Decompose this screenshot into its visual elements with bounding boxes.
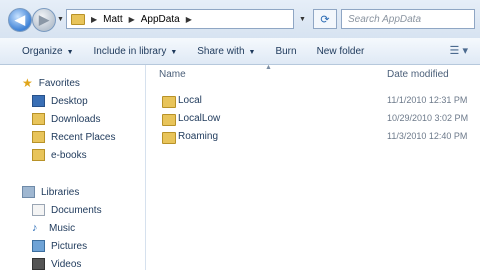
file-name: Roaming — [178, 131, 219, 142]
file-name: LocalLow — [178, 113, 221, 124]
nav-item-e-books[interactable]: e-books — [32, 147, 87, 163]
burn-button[interactable]: Burn — [265, 46, 306, 57]
nav-item-music[interactable]: ♪ Music — [32, 220, 75, 236]
nav-item-desktop[interactable]: Desktop — [32, 93, 88, 109]
folder-icon — [162, 96, 176, 108]
chevron-down-icon: ▼ — [170, 48, 178, 56]
nav-libraries[interactable]: Libraries — [22, 184, 79, 200]
address-dropdown-icon[interactable]: ▼ — [299, 16, 306, 23]
change-view-icon[interactable]: ☰ ▾ — [450, 44, 468, 57]
star-icon: ★ — [22, 76, 33, 90]
file-name: Local — [178, 95, 202, 106]
documents-icon — [32, 204, 45, 216]
folder-icon — [32, 149, 45, 161]
navigation-pane: ★ Favorites Desktop Downloads Recent Pla… — [0, 65, 146, 270]
refresh-button[interactable]: ⟳ — [313, 9, 337, 29]
libraries-icon — [22, 186, 35, 198]
nav-item-label: Pictures — [51, 240, 88, 252]
folder-icon — [71, 13, 85, 25]
organize-button[interactable]: Organize ▼ — [0, 46, 84, 57]
back-button[interactable]: ◀ — [8, 8, 32, 32]
file-row[interactable]: Roaming 11/3/2010 12:40 PM — [146, 129, 480, 146]
file-date: 11/3/2010 12:40 PM — [387, 131, 468, 141]
folder-icon — [162, 114, 176, 126]
downloads-icon — [32, 113, 45, 125]
nav-item-label: Downloads — [51, 113, 101, 125]
share-with-button[interactable]: Share with ▼ — [187, 46, 265, 57]
pictures-icon — [32, 240, 45, 252]
file-row[interactable]: LocalLow 10/29/2010 3:02 PM — [146, 111, 480, 128]
organize-label: Organize — [22, 45, 63, 57]
nav-libraries-label: Libraries — [41, 186, 80, 198]
breadcrumb-matt[interactable]: Matt — [103, 14, 122, 25]
nav-item-label: Recent Places — [51, 131, 116, 143]
videos-icon — [32, 258, 45, 270]
new-folder-button[interactable]: New folder — [307, 46, 375, 57]
refresh-icon: ⟳ — [320, 13, 330, 26]
nav-item-label: Music — [49, 222, 76, 234]
column-header-name[interactable]: Name — [159, 69, 186, 80]
nav-item-label: Desktop — [51, 95, 88, 107]
search-input[interactable] — [341, 9, 475, 29]
address-field[interactable]: ▶ Matt ▶ AppData ▶ — [66, 9, 294, 29]
music-icon: ♪ — [32, 222, 38, 234]
include-in-library-button[interactable]: Include in library ▼ — [84, 46, 188, 57]
file-date: 11/1/2010 12:31 PM — [387, 95, 468, 105]
file-row[interactable]: Local 11/1/2010 12:31 PM — [146, 93, 480, 110]
column-header-date[interactable]: Date modified — [387, 69, 449, 80]
nav-favorites[interactable]: ★ Favorites — [22, 75, 80, 91]
breadcrumb-appdata[interactable]: AppData — [141, 14, 180, 25]
nav-item-pictures[interactable]: Pictures — [32, 238, 87, 254]
recent-places-icon — [32, 131, 45, 143]
nav-favorites-label: Favorites — [38, 77, 80, 89]
file-list: Name ▲ Date modified Local 11/1/2010 12:… — [146, 64, 480, 270]
nav-item-documents[interactable]: Documents — [32, 202, 102, 218]
chevron-right-icon[interactable]: ▶ — [91, 15, 97, 24]
nav-item-downloads[interactable]: Downloads — [32, 111, 100, 127]
recent-pages-dropdown-icon[interactable]: ▼ — [57, 16, 64, 23]
include-label: Include in library — [93, 45, 167, 57]
address-bar: ◀ ▶ ▼ ▶ Matt ▶ AppData ▶ ▼ ⟳ — [0, 0, 480, 38]
command-bar: Organize ▼ Include in library ▼ Share with… — [0, 38, 480, 65]
chevron-down-icon: ▼ — [66, 48, 74, 56]
nav-item-label: Videos — [51, 258, 82, 270]
nav-item-label: e-books — [51, 149, 87, 161]
chevron-right-icon[interactable]: ▶ — [186, 15, 192, 24]
desktop-icon — [32, 95, 45, 107]
nav-item-label: Documents — [51, 204, 102, 216]
folder-icon — [162, 132, 176, 144]
chevron-right-icon[interactable]: ▶ — [129, 15, 135, 24]
forward-arrow-icon: ▶ — [39, 12, 49, 27]
forward-button[interactable]: ▶ — [32, 8, 56, 32]
nav-item-recent-places[interactable]: Recent Places — [32, 129, 115, 145]
share-label: Share with — [197, 45, 245, 57]
sort-ascending-icon: ▲ — [265, 64, 272, 71]
back-arrow-icon: ◀ — [15, 12, 25, 27]
chevron-down-icon: ▼ — [248, 48, 256, 56]
file-date: 10/29/2010 3:02 PM — [387, 113, 469, 123]
